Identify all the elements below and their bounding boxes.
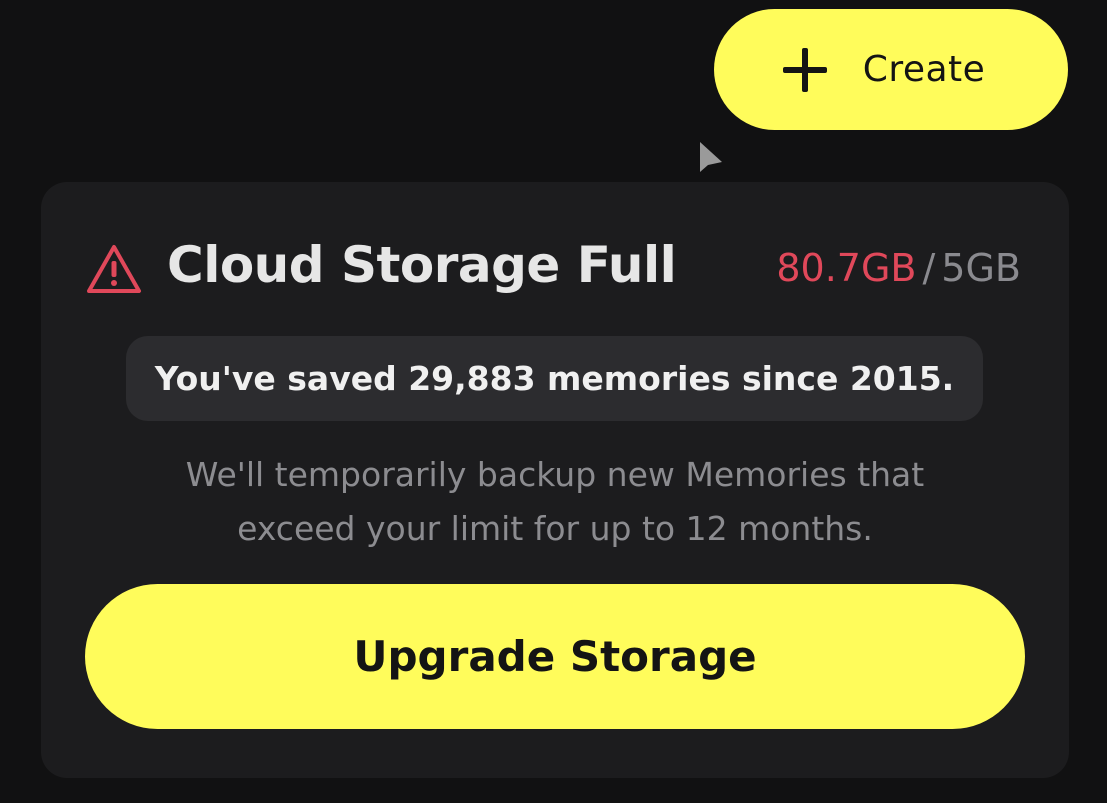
storage-usage-separator: /: [922, 246, 936, 290]
storage-screen: Create Cloud Storage Full 80.7GB/5GB You…: [0, 0, 1107, 803]
warning-triangle-icon: [87, 245, 141, 293]
mouse-pointer-icon: [700, 142, 722, 172]
backup-note-line-2: exceed your limit for up to 12 months.: [237, 509, 873, 548]
card-title: Cloud Storage Full: [167, 236, 677, 294]
storage-used-value: 80.7GB: [776, 246, 917, 290]
upgrade-storage-button[interactable]: Upgrade Storage: [85, 584, 1025, 729]
create-button-label: Create: [862, 49, 986, 90]
create-button[interactable]: Create: [714, 9, 1068, 130]
memories-summary-text: You've saved 29,883 memories since 2015.: [154, 359, 955, 398]
memories-summary-pill: You've saved 29,883 memories since 2015.: [126, 336, 983, 421]
backup-note-line-1: We'll temporarily backup new Memories th…: [185, 455, 925, 494]
plus-icon: [782, 47, 827, 92]
storage-usage: 80.7GB/5GB: [776, 246, 1021, 290]
backup-note: We'll temporarily backup new Memories th…: [41, 448, 1069, 556]
storage-limit-value: 5GB: [941, 246, 1021, 290]
upgrade-storage-label: Upgrade Storage: [353, 632, 757, 681]
